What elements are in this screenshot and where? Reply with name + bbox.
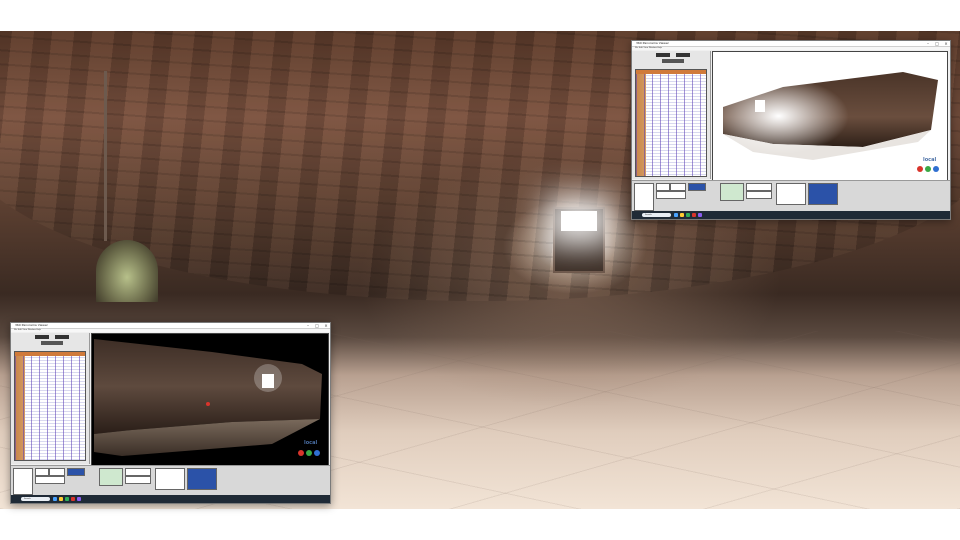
camera-red-icon[interactable] [917, 166, 923, 172]
minimize-icon[interactable]: – [304, 323, 312, 328]
toolbar [632, 180, 950, 212]
tool-button[interactable] [746, 191, 772, 199]
3d-viewport[interactable]: local [712, 51, 948, 181]
view-label: local [923, 157, 937, 163]
tool-button[interactable] [35, 476, 65, 484]
tool-panel[interactable] [808, 183, 838, 205]
app-icon[interactable] [686, 213, 690, 217]
camera-red-icon[interactable] [298, 450, 304, 456]
camera-green-icon[interactable] [306, 450, 312, 456]
folder-icon[interactable] [680, 213, 684, 217]
taskbar: Search [11, 495, 330, 503]
3d-viewport[interactable]: local [91, 333, 329, 466]
panel-button[interactable] [35, 335, 49, 339]
toolbar [11, 465, 330, 496]
close-icon[interactable]: × [322, 323, 330, 328]
panel-button[interactable] [676, 53, 690, 57]
minimize-icon[interactable]: – [924, 41, 932, 46]
tool-button[interactable] [125, 468, 151, 476]
room-render [94, 339, 322, 456]
tool-panel[interactable] [776, 183, 806, 205]
taskbar-search[interactable]: Search [21, 497, 50, 501]
tool-button[interactable] [125, 476, 151, 484]
menu-bar[interactable]: File Edit View Window Help [11, 329, 330, 332]
left-panel [11, 333, 90, 464]
app-icon[interactable] [53, 497, 57, 501]
taskbar-search[interactable]: Search [642, 213, 671, 217]
window-title: 360 Panorama Viewer [15, 323, 48, 327]
panel-button[interactable] [41, 341, 63, 345]
app-icon[interactable] [692, 213, 696, 217]
view-label: local [304, 440, 318, 446]
tool-panel[interactable] [187, 468, 217, 490]
thumbnail-preview [634, 183, 654, 211]
tool-button[interactable] [670, 183, 686, 191]
tool-button[interactable] [67, 468, 85, 476]
close-icon[interactable]: × [942, 41, 950, 46]
maximize-icon[interactable]: □ [313, 323, 321, 328]
left-panel [632, 51, 711, 179]
taskbar: Search [632, 211, 950, 219]
hanging-cable [104, 71, 107, 241]
tool-button[interactable] [688, 183, 706, 191]
panel-button[interactable] [55, 335, 69, 339]
app-icon[interactable] [698, 213, 702, 217]
tool-button[interactable] [656, 191, 686, 199]
tool-panel[interactable] [155, 468, 185, 490]
item-list[interactable] [14, 351, 86, 461]
app-icon[interactable] [71, 497, 75, 501]
menu-bar[interactable]: File Edit View Window Help [632, 47, 950, 50]
camera-green-icon[interactable] [925, 166, 931, 172]
app-window-top[interactable]: 360 Panorama Viewer – □ × File Edit View… [631, 40, 951, 220]
tunnel-opening [96, 240, 158, 302]
item-list[interactable] [635, 69, 707, 177]
thumbnail-preview [13, 468, 33, 495]
app-window-bottom[interactable]: 360 Panorama Viewer – □ × File Edit View… [10, 322, 331, 504]
panel-button[interactable] [662, 59, 684, 63]
bright-window-opening [553, 207, 605, 273]
tool-button[interactable] [656, 183, 670, 191]
tool-panel[interactable] [720, 183, 744, 201]
room-render [713, 52, 947, 180]
app-icon[interactable] [65, 497, 69, 501]
tool-panel[interactable] [99, 468, 123, 486]
camera-blue-icon[interactable] [314, 450, 320, 456]
tool-button[interactable] [746, 183, 772, 191]
camera-blue-icon[interactable] [933, 166, 939, 172]
app-icon[interactable] [674, 213, 678, 217]
tool-button[interactable] [49, 468, 65, 476]
maximize-icon[interactable]: □ [933, 41, 941, 46]
window-title: 360 Panorama Viewer [636, 41, 669, 45]
app-icon[interactable] [77, 497, 81, 501]
folder-icon[interactable] [59, 497, 63, 501]
panel-button[interactable] [656, 53, 670, 57]
tool-button[interactable] [35, 468, 49, 476]
